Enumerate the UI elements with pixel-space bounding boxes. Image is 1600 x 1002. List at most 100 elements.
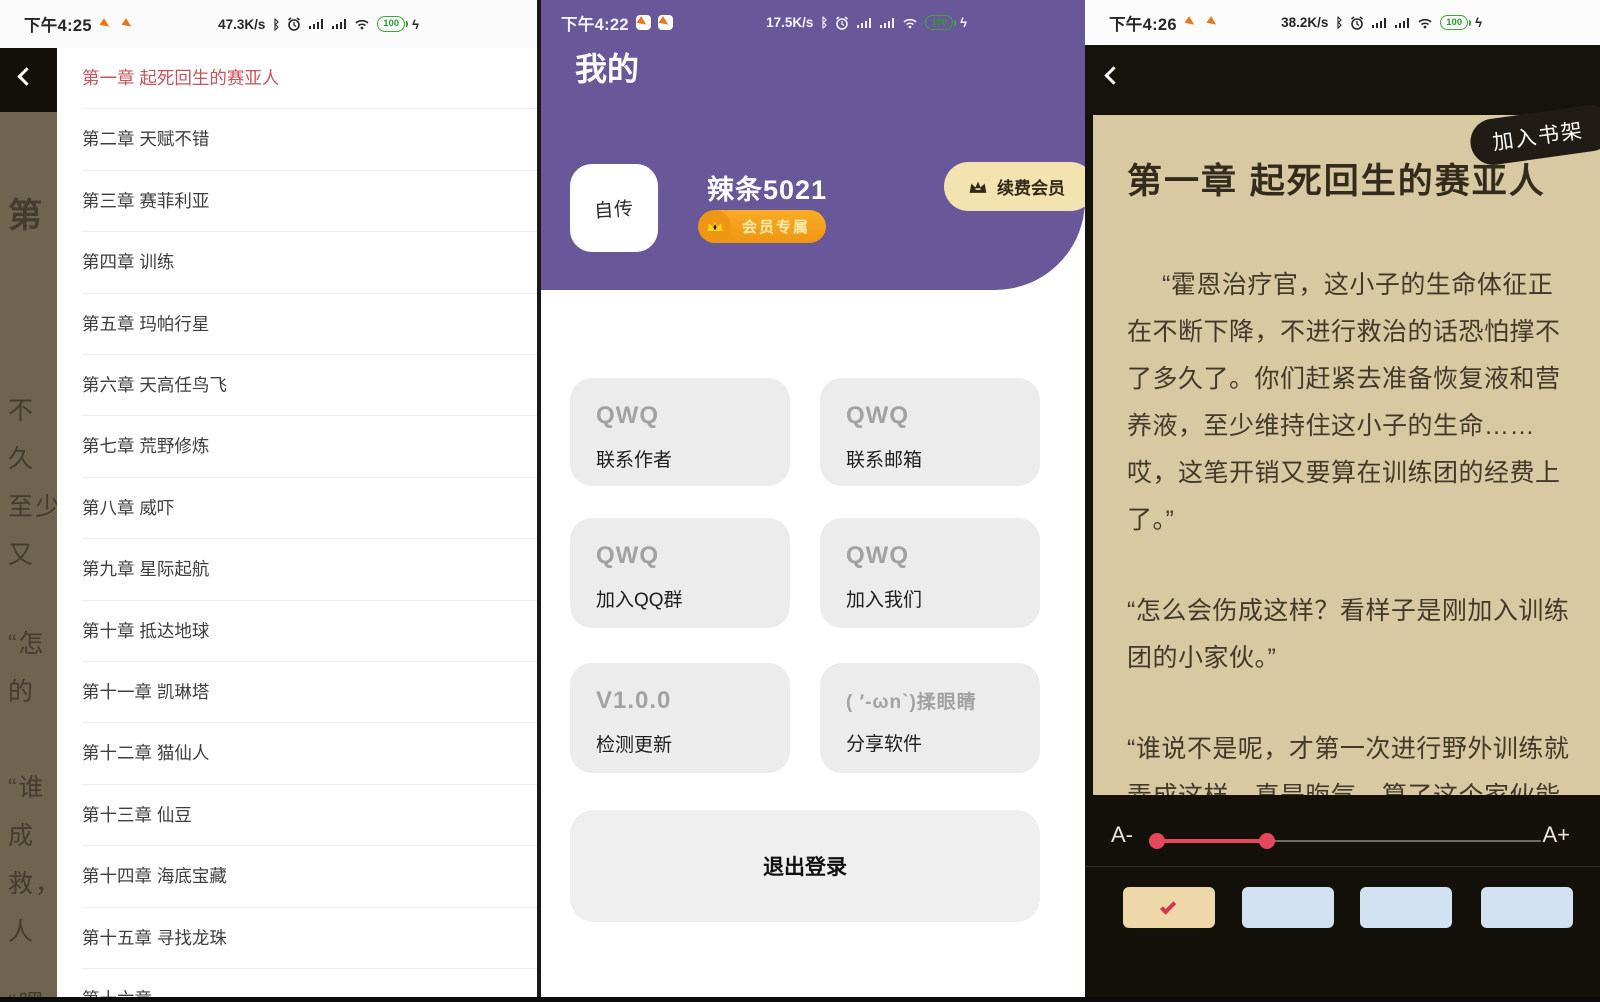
chapter-item[interactable]: 第五章 玛帕行星 (82, 294, 537, 355)
wifi-icon (354, 18, 370, 30)
status-bar: 下午4:22 17.5K/s ᛒ 100 ϟ (537, 0, 1085, 45)
font-smaller-button[interactable]: A- (1111, 822, 1133, 848)
card-label: 联系邮箱 (846, 445, 1040, 472)
chapter-item[interactable]: 第八章 威吓 (82, 478, 537, 539)
app-icon (658, 15, 673, 30)
signal-icon (308, 18, 324, 30)
alarm-icon (835, 16, 849, 30)
renew-membership-button[interactable]: 续费会员 (944, 162, 1085, 211)
signal-icon (331, 18, 347, 30)
network-speed: 38.2K/s (1281, 15, 1328, 30)
wifi-icon (902, 17, 918, 29)
avatar-text: 自传 (593, 193, 635, 223)
chapter-item[interactable]: 第十一章 凯琳塔 (82, 662, 537, 723)
check-icon (1159, 898, 1175, 914)
wifi-icon (1417, 17, 1433, 29)
alarm-icon (1350, 16, 1364, 30)
chapter-item[interactable]: 第三章 赛菲利亚 (82, 171, 537, 232)
vip-badge-label: 会员专属 (742, 216, 810, 237)
card-label: 检测更新 (596, 730, 790, 757)
dimmed-nav-bar (0, 48, 57, 112)
version-label: V1.0.0 (596, 687, 790, 715)
theme-swatch-blue[interactable] (1481, 887, 1573, 928)
card-value: QWQ (596, 402, 790, 430)
chapter-item[interactable]: 第六章 天高任鸟飞 (82, 355, 537, 416)
chapter-item[interactable]: 第十章 抵达地球 (82, 601, 537, 662)
logout-button[interactable]: 退出登录 (570, 810, 1040, 922)
avatar[interactable]: 自传 (570, 164, 658, 252)
card-label: 联系作者 (596, 445, 790, 472)
panel-divider (537, 0, 541, 1002)
background-text: 至少 (8, 487, 57, 523)
background-text: 不 (8, 391, 35, 427)
crown-icon (698, 210, 731, 243)
toc-panel: 下午4:25 47.3K/s ᛒ 100 ϟ 第 不 久 至少 又 “怎 的 “… (0, 0, 537, 1002)
profile-header: 下午4:22 17.5K/s ᛒ 100 ϟ 我的 自传 辣条5021 (537, 0, 1085, 290)
font-larger-button[interactable]: A+ (1542, 822, 1570, 848)
back-icon[interactable] (17, 67, 35, 85)
chapter-item[interactable]: 第九章 星际起航 (82, 539, 537, 600)
background-text: 人 (8, 912, 35, 948)
time-label: 下午4:25 (24, 12, 92, 36)
background-text: 成 (8, 816, 35, 852)
background-text: 的 (8, 672, 35, 708)
username: 辣条5021 (707, 168, 827, 207)
background-text: 久 (8, 439, 35, 475)
app-icon (99, 17, 114, 32)
reader-page[interactable]: 第一章 起死回生的赛亚人 “霍恩治疗官，这小子的生命体征正在不断下降，不进行救治… (1093, 115, 1600, 795)
back-button[interactable] (1104, 66, 1122, 84)
page-title: 我的 (575, 44, 639, 90)
app-icon (636, 15, 651, 30)
alarm-icon (287, 17, 301, 31)
add-to-shelf-label: 加入书架 (1490, 114, 1585, 157)
chapter-item[interactable]: 第十二章 猫仙人 (82, 723, 537, 784)
theme-swatch-blue[interactable] (1360, 887, 1452, 928)
screen: 下午4:25 47.3K/s ᛒ 100 ϟ 第 不 久 至少 又 “怎 的 “… (0, 0, 1600, 1002)
time-label: 下午4:26 (1109, 11, 1177, 35)
slider-fill (1155, 839, 1267, 843)
logout-button-label: 退出登录 (763, 851, 847, 881)
chapter-item[interactable]: 第十三章 仙豆 (82, 785, 537, 846)
charging-icon: ϟ (412, 18, 419, 31)
screen-bottom-bar (0, 997, 1600, 1002)
chapter-item[interactable]: 第四章 训练 (82, 232, 537, 293)
signal-icon (879, 17, 895, 29)
card-label: 加入QQ群 (596, 585, 790, 612)
contact-email-card[interactable]: QWQ 联系邮箱 (820, 378, 1040, 486)
charging-icon: ϟ (960, 16, 967, 29)
chapter-item[interactable]: 第十四章 海底宝藏 (82, 846, 537, 907)
vip-badge: 会员专属 (700, 210, 826, 243)
chapter-item[interactable]: 第十六章 (82, 969, 537, 997)
card-label: 加入我们 (846, 585, 1040, 612)
renew-button-label: 续费会员 (997, 174, 1065, 199)
time-label: 下午4:22 (561, 11, 629, 35)
chapter-item[interactable]: 第一章 起死回生的赛亚人 (82, 48, 537, 109)
battery-indicator: 100 (925, 15, 953, 30)
battery-indicator: 100 (377, 16, 405, 31)
check-update-card[interactable]: V1.0.0 检测更新 (570, 663, 790, 773)
share-app-card[interactable]: ( ′-ωn`)揉眼睛 分享软件 (820, 663, 1040, 773)
bluetooth-icon: ᛒ (820, 16, 828, 29)
battery-indicator: 100 (1440, 15, 1468, 30)
join-us-card[interactable]: QWQ 加入我们 (820, 518, 1040, 628)
charging-icon: ϟ (1475, 16, 1482, 29)
chapter-item[interactable]: 第二章 天赋不错 (82, 109, 537, 170)
card-label: 分享软件 (846, 729, 1040, 756)
join-qq-group-card[interactable]: QWQ 加入QQ群 (570, 518, 790, 628)
font-size-slider[interactable] (1149, 832, 1541, 850)
paragraph: “霍恩治疗官，这小子的生命体征正在不断下降，不进行救治的话恐怕撑不了多久了。你们… (1127, 262, 1576, 544)
card-value: QWQ (846, 542, 1040, 570)
chapter-item[interactable]: 第十五章 寻找龙珠 (82, 908, 537, 969)
dimmed-reader-background: 第 不 久 至少 又 “怎 的 “谁 成 救， 人 “嘿 (0, 48, 57, 1002)
theme-swatch-cream-selected[interactable] (1123, 887, 1215, 928)
divider (1085, 866, 1600, 867)
background-text: 又 (8, 535, 35, 571)
app-icon (1206, 15, 1221, 30)
contact-author-card[interactable]: QWQ 联系作者 (570, 378, 790, 486)
theme-swatch-blue[interactable] (1242, 887, 1334, 928)
slider-thumb[interactable] (1259, 833, 1275, 849)
background-text: “谁 (8, 768, 45, 804)
paragraph: “怎么会伤成这样？看样子是刚加入训练团的小家伙。” (1127, 588, 1576, 682)
chapter-item[interactable]: 第七章 荒野修炼 (82, 416, 537, 477)
card-value: QWQ (596, 542, 790, 570)
